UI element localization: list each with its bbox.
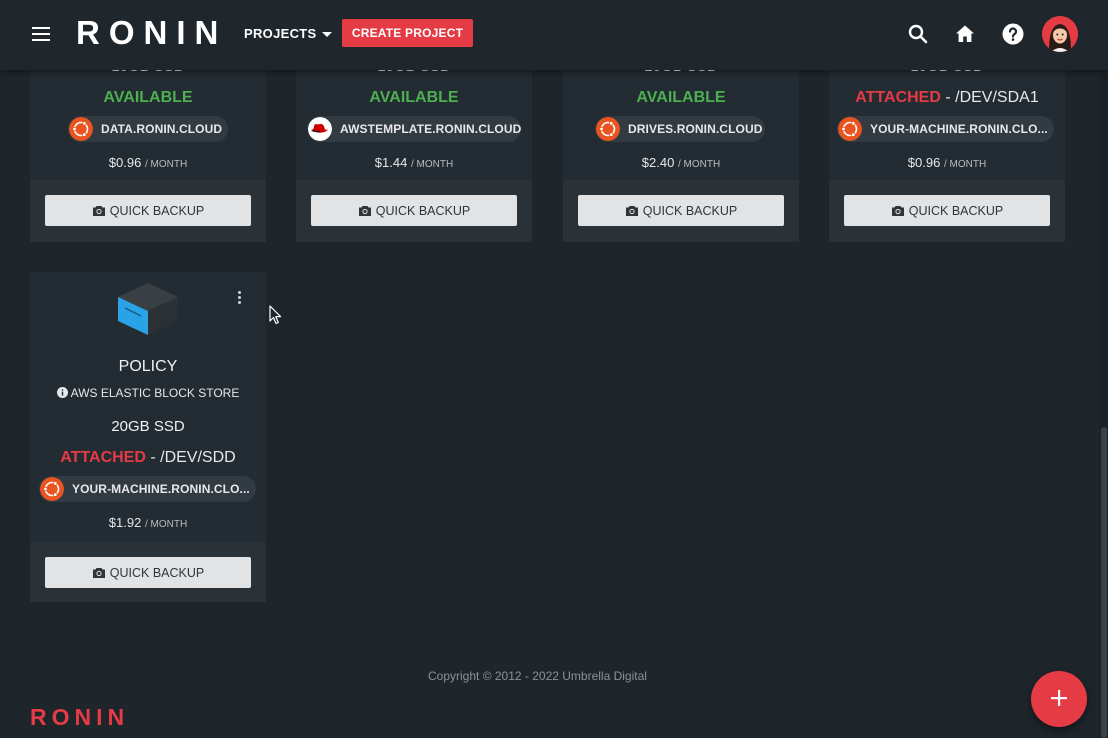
camera-icon: [92, 205, 105, 216]
volume-card: 10GB SSD AVAILABLE AWSTEMPLATE.RONIN.CLO…: [296, 40, 532, 242]
home-icon[interactable]: [953, 22, 977, 46]
mouse-pointer-icon: [269, 305, 282, 325]
machine-chip-label: YOUR-MACHINE.RONIN.CLO...: [870, 122, 1048, 136]
price-value: $1.92: [108, 515, 142, 530]
scrollbar-thumb[interactable]: [1101, 427, 1107, 738]
machine-chip-label: AWSTEMPLATE.RONIN.CLOUD: [340, 122, 522, 136]
ubuntu-icon: [838, 117, 862, 141]
volume-card: 20GB SSD AVAILABLE DRIVES.RONIN.CLOUD $2…: [563, 40, 799, 242]
volume-name: POLICY: [118, 358, 178, 375]
machine-chip[interactable]: DRIVES.RONIN.CLOUD: [595, 116, 765, 142]
volume-type-label: AWS ELASTIC BLOCK STORE: [70, 386, 240, 400]
projects-dropdown[interactable]: PROJECTS: [244, 26, 333, 41]
machine-chip[interactable]: YOUR-MACHINE.RONIN.CLO...: [837, 116, 1054, 142]
machine-chip[interactable]: YOUR-MACHINE.RONIN.CLO...: [39, 476, 256, 502]
volume-device: - /DEV/SDD: [150, 449, 236, 466]
card-menu-icon[interactable]: [236, 291, 242, 307]
machine-chip[interactable]: DATA.RONIN.CLOUD: [68, 116, 228, 142]
ubuntu-icon: [69, 117, 93, 141]
price-unit: / MONTH: [677, 159, 721, 170]
machine-chip[interactable]: AWSTEMPLATE.RONIN.CLOUD: [307, 116, 521, 142]
volume-card: 10GB SSD ATTACHED - /DEV/SDA1 YOUR-MACHI…: [829, 40, 1065, 242]
volume-price: $2.40 / MONTH: [563, 155, 799, 170]
price-value: $0.96: [907, 155, 941, 170]
caret-down-icon: [322, 32, 333, 38]
price-value: $1.44: [374, 155, 408, 170]
search-icon[interactable]: [906, 22, 930, 46]
price-unit: / MONTH: [144, 159, 188, 170]
footer-logo: RONIN: [30, 704, 130, 730]
quick-backup-button[interactable]: QUICK BACKUP: [578, 195, 784, 226]
quick-backup-label: QUICK BACKUP: [109, 203, 205, 218]
volume-card: 10GB SSD AVAILABLE DATA.RONIN.CLOUD $0.9…: [30, 40, 266, 242]
card-footer: QUICK BACKUP: [30, 180, 266, 242]
user-avatar-icon: [1042, 16, 1078, 52]
add-fab-button[interactable]: [1031, 671, 1087, 727]
volume-status-line: ATTACHED - /DEV/SDD: [30, 449, 266, 467]
camera-icon: [92, 567, 105, 578]
ubuntu-icon: [596, 117, 620, 141]
price-value: $0.96: [108, 155, 142, 170]
brand-logo[interactable]: RONIN: [76, 14, 227, 52]
quick-backup-label: QUICK BACKUP: [908, 203, 1004, 218]
quick-backup-label: QUICK BACKUP: [375, 203, 471, 218]
block-storage-icon: [118, 283, 178, 335]
top-app-bar: RONIN PROJECTS CREATE PROJECT: [0, 0, 1108, 70]
quick-backup-button[interactable]: QUICK BACKUP: [45, 195, 251, 226]
volume-status-line: ATTACHED - /DEV/SDA1: [829, 89, 1065, 107]
card-footer: QUICK BACKUP: [829, 180, 1065, 242]
card-footer: QUICK BACKUP: [563, 180, 799, 242]
machine-chip-label: DATA.RONIN.CLOUD: [101, 122, 223, 136]
camera-icon: [358, 205, 371, 216]
camera-icon: [891, 205, 904, 216]
volume-type: AWS ELASTIC BLOCK STORE: [30, 386, 266, 400]
card-footer: QUICK BACKUP: [30, 542, 266, 602]
volume-status: AVAILABLE: [636, 89, 726, 106]
price-unit: / MONTH: [144, 519, 188, 530]
volume-status: AVAILABLE: [103, 89, 193, 106]
volume-price: $1.92 / MONTH: [30, 515, 266, 530]
price-value: $2.40: [641, 155, 675, 170]
redhat-icon: [308, 117, 332, 141]
quick-backup-button[interactable]: QUICK BACKUP: [45, 557, 251, 588]
create-project-button[interactable]: CREATE PROJECT: [342, 19, 473, 47]
volume-device: - /DEV/SDA1: [945, 89, 1039, 106]
quick-backup-button[interactable]: QUICK BACKUP: [311, 195, 517, 226]
volume-status: AVAILABLE: [369, 89, 459, 106]
help-icon[interactable]: [1001, 22, 1025, 46]
machine-chip-label: DRIVES.RONIN.CLOUD: [628, 122, 763, 136]
volume-status: ATTACHED: [60, 449, 146, 466]
price-unit: / MONTH: [943, 159, 987, 170]
quick-backup-button[interactable]: QUICK BACKUP: [844, 195, 1050, 226]
avatar[interactable]: [1042, 16, 1078, 52]
card-footer: QUICK BACKUP: [296, 180, 532, 242]
quick-backup-label: QUICK BACKUP: [642, 203, 738, 218]
plus-icon: [1051, 689, 1067, 706]
price-unit: / MONTH: [410, 159, 454, 170]
machine-chip-label: YOUR-MACHINE.RONIN.CLO...: [72, 482, 250, 496]
info-icon: [56, 387, 68, 398]
volume-price: $1.44 / MONTH: [296, 155, 532, 170]
volume-status: ATTACHED: [855, 89, 941, 106]
ubuntu-icon: [40, 477, 64, 501]
projects-label: PROJECTS: [244, 26, 317, 41]
menu-icon[interactable]: [32, 27, 50, 41]
volume-price: $0.96 / MONTH: [829, 155, 1065, 170]
quick-backup-label: QUICK BACKUP: [109, 565, 205, 580]
volume-size: 20GB SSD: [111, 418, 185, 435]
copyright-text: Copyright © 2012 - 2022 Umbrella Digital: [428, 669, 647, 683]
volume-card: POLICY AWS ELASTIC BLOCK STORE 20GB SSD …: [30, 272, 266, 602]
volume-price: $0.96 / MONTH: [30, 155, 266, 170]
camera-icon: [625, 205, 638, 216]
